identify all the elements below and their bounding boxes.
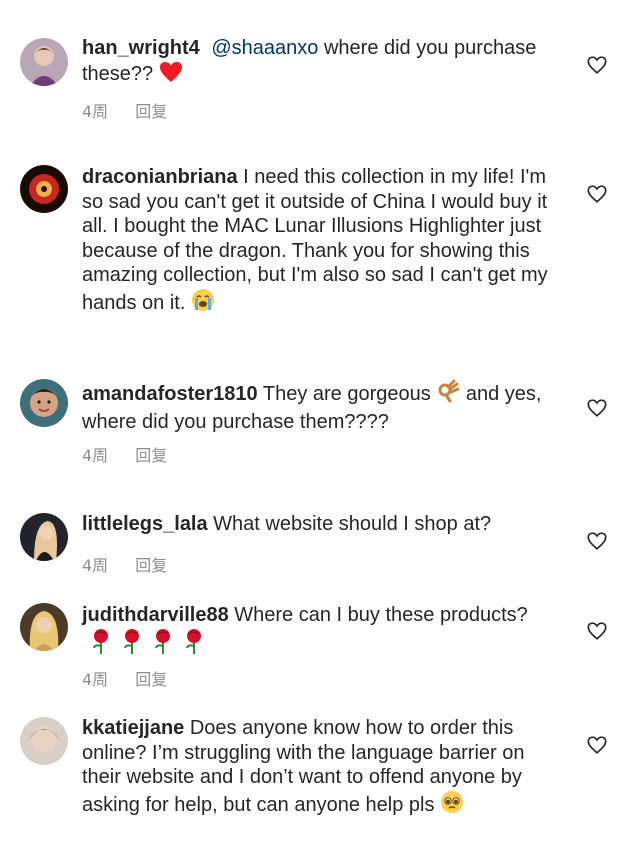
comment-meta: 4周 回复 — [82, 98, 189, 122]
pleading-face-emoji-icon — [440, 790, 464, 821]
comment-username[interactable]: judithdarville88 — [82, 604, 229, 626]
heart-outline-icon[interactable] — [586, 530, 608, 552]
comment-meta: 4周 回复 — [82, 666, 189, 690]
crying-face-emoji-icon — [191, 288, 215, 319]
avatar[interactable] — [20, 38, 68, 86]
comment-username[interactable]: littlelegs_lala — [82, 513, 208, 535]
red-heart-emoji-icon — [159, 61, 183, 90]
comment-username[interactable]: draconianbriana — [82, 166, 238, 188]
comment-body: They are gorgeous — [257, 383, 431, 405]
heart-outline-icon[interactable] — [586, 54, 608, 76]
comment-body: Where can I buy these products? — [228, 604, 528, 626]
avatar[interactable] — [20, 717, 68, 765]
comment-meta: 4周 回复 — [82, 552, 189, 576]
ok-hand-emoji-icon — [436, 379, 460, 410]
comment-username[interactable]: kkatiejjane — [82, 717, 184, 739]
comment-body: What website should I shop at? — [207, 513, 492, 535]
reply-button[interactable]: 回复 — [135, 666, 167, 690]
heart-outline-icon[interactable] — [586, 183, 608, 205]
comment-username[interactable]: amandafoster1810 — [82, 383, 258, 405]
comment-text: judithdarville88 Where can I buy these p… — [82, 603, 550, 660]
heart-outline-icon[interactable] — [586, 397, 608, 419]
comment-time: 4周 — [82, 102, 109, 121]
reply-button[interactable]: 回复 — [135, 442, 167, 466]
avatar[interactable] — [20, 165, 68, 213]
heart-outline-icon[interactable] — [586, 734, 608, 756]
avatar[interactable] — [20, 603, 68, 651]
comment-time: 4周 — [82, 556, 109, 575]
comment-text: littlelegs_lala What website should I sh… — [82, 512, 550, 537]
reply-button[interactable]: 回复 — [135, 552, 167, 576]
comment-text: amandafoster1810 They are gorgeous and y… — [82, 379, 550, 434]
heart-outline-icon[interactable] — [586, 620, 608, 642]
comment-time: 4周 — [82, 670, 109, 689]
comment-text: draconianbriana I need this collection i… — [82, 165, 550, 318]
rose-emoji-icon — [86, 628, 210, 661]
mention-link[interactable]: @shaaanxo — [211, 37, 318, 59]
comment-text: han_wright4 @shaaanxo where did you purc… — [82, 36, 550, 89]
reply-button[interactable]: 回复 — [135, 98, 167, 122]
comment-text: kkatiejjane Does anyone know how to orde… — [82, 716, 550, 820]
comment-time: 4周 — [82, 446, 109, 465]
avatar[interactable] — [20, 379, 68, 427]
comment-body: I need this collection in my life! I'm s… — [82, 166, 548, 314]
avatar[interactable] — [20, 513, 68, 561]
comment-username[interactable]: han_wright4 — [82, 37, 200, 59]
comment-meta: 4周 回复 — [82, 442, 189, 466]
